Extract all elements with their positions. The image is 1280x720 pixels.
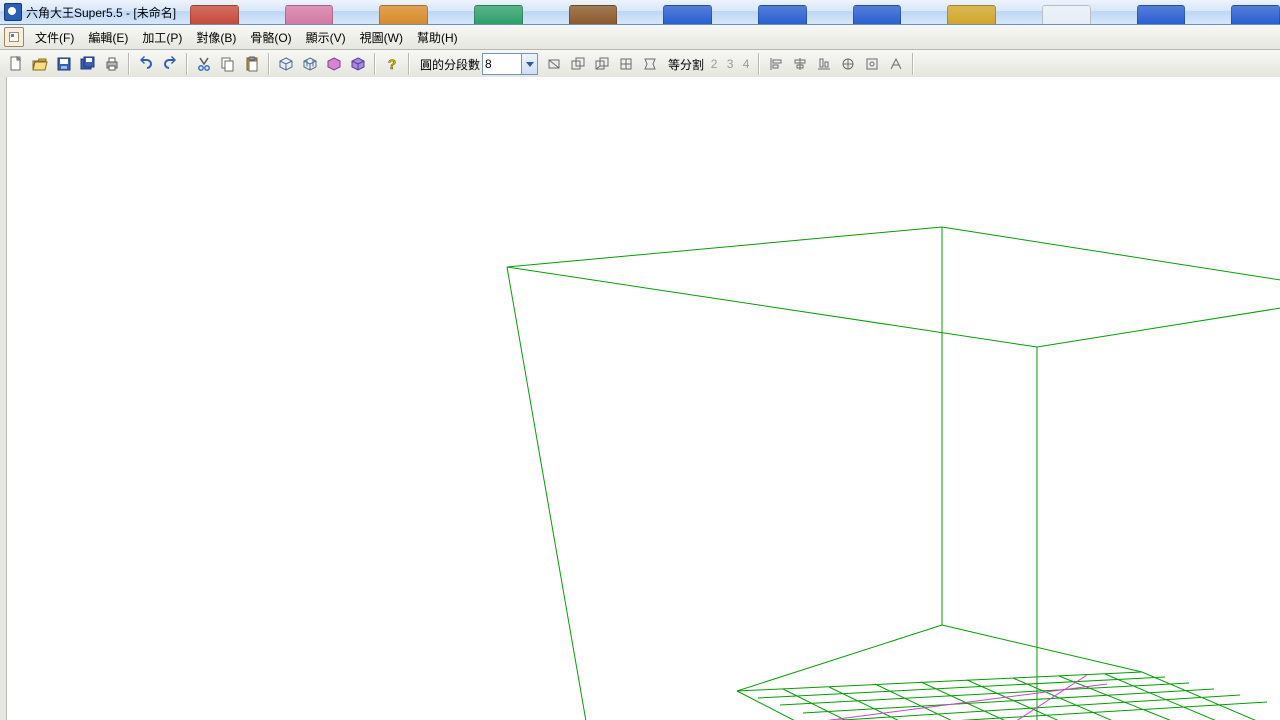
equal-split-label: 等分割 [662, 56, 706, 73]
circle-segments-label: 圓的分段數 [414, 56, 482, 73]
chevron-down-icon[interactable] [521, 54, 537, 74]
primitive-3-button[interactable] [322, 52, 346, 76]
document-system-icon[interactable] [4, 27, 24, 47]
toolbar-separator [408, 53, 410, 75]
copy-button[interactable] [216, 52, 240, 76]
shape-tool-3-button[interactable] [590, 52, 614, 76]
save-button[interactable] [52, 52, 76, 76]
circle-segments-input[interactable] [483, 55, 521, 73]
help-button[interactable]: ? [380, 52, 404, 76]
bg-thumb-0 [190, 5, 239, 24]
svg-text:?: ? [388, 56, 397, 72]
menu-1[interactable]: 編輯(E) [81, 27, 135, 48]
bg-thumb-6 [758, 5, 807, 24]
toolbar-separator [758, 53, 760, 75]
bg-thumb-11 [1231, 5, 1280, 24]
shape-tool-4-button[interactable] [614, 52, 638, 76]
align-2-button[interactable] [788, 52, 812, 76]
bg-thumb-3 [474, 5, 523, 24]
window-titlebar: 六角大王Super5.5 - [未命名] [0, 0, 1280, 25]
open-button[interactable] [28, 52, 52, 76]
toolbar-separator [912, 53, 914, 75]
menu-3[interactable]: 對像(B) [189, 27, 243, 48]
toolbar-separator [268, 53, 270, 75]
new-file-button[interactable] [4, 52, 28, 76]
paste-button[interactable] [240, 52, 264, 76]
save-all-button[interactable] [76, 52, 100, 76]
bg-thumb-1 [285, 5, 334, 24]
main-toolbar: ? 圓的分段數 等分割 2 3 4 [0, 50, 1280, 79]
align-5-button[interactable] [860, 52, 884, 76]
shape-tool-2-button[interactable] [566, 52, 590, 76]
split-2-button[interactable]: 2 [706, 57, 722, 71]
split-3-button[interactable]: 3 [722, 57, 738, 71]
wireframe-scene [7, 77, 1280, 720]
3d-viewport[interactable] [7, 77, 1280, 720]
bg-thumb-5 [663, 5, 712, 24]
background-thumbnails [190, 0, 1280, 24]
cut-button[interactable] [192, 52, 216, 76]
align-3-button[interactable] [812, 52, 836, 76]
align-1-button[interactable] [764, 52, 788, 76]
bg-thumb-10 [1137, 5, 1186, 24]
redo-button[interactable] [158, 52, 182, 76]
align-4-button[interactable] [836, 52, 860, 76]
floor-grid [737, 672, 1271, 720]
shape-tool-1-button[interactable] [542, 52, 566, 76]
align-6-button[interactable] [884, 52, 908, 76]
toolbar-separator [128, 53, 130, 75]
bg-thumb-4 [569, 5, 618, 24]
undo-button[interactable] [134, 52, 158, 76]
toolbar-separator [374, 53, 376, 75]
circle-segments-combo[interactable] [482, 53, 538, 75]
menu-5[interactable]: 顯示(V) [299, 27, 353, 48]
menu-0[interactable]: 文件(F) [28, 27, 81, 48]
toolbar-separator [186, 53, 188, 75]
split-4-button[interactable]: 4 [738, 57, 754, 71]
primitive-1-button[interactable] [274, 52, 298, 76]
print-button[interactable] [100, 52, 124, 76]
bg-thumb-8 [947, 5, 996, 24]
bg-thumb-2 [379, 5, 428, 24]
menu-2[interactable]: 加工(P) [135, 27, 189, 48]
window-title: 六角大王Super5.5 - [未命名] [26, 4, 176, 21]
primitive-4-button[interactable] [346, 52, 370, 76]
viewport-splitter[interactable] [0, 77, 7, 720]
menu-4[interactable]: 骨骼(O) [243, 27, 298, 48]
shape-tool-5-button[interactable] [638, 52, 662, 76]
bg-thumb-7 [853, 5, 902, 24]
primitive-2-button[interactable] [298, 52, 322, 76]
bg-thumb-9 [1042, 5, 1091, 24]
menu-6[interactable]: 視圖(W) [353, 27, 410, 48]
menu-bar: 文件(F)編輯(E)加工(P)對像(B)骨骼(O)顯示(V)視圖(W)幫助(H) [0, 25, 1280, 50]
menu-7[interactable]: 幫助(H) [410, 27, 465, 48]
app-icon [4, 3, 22, 21]
